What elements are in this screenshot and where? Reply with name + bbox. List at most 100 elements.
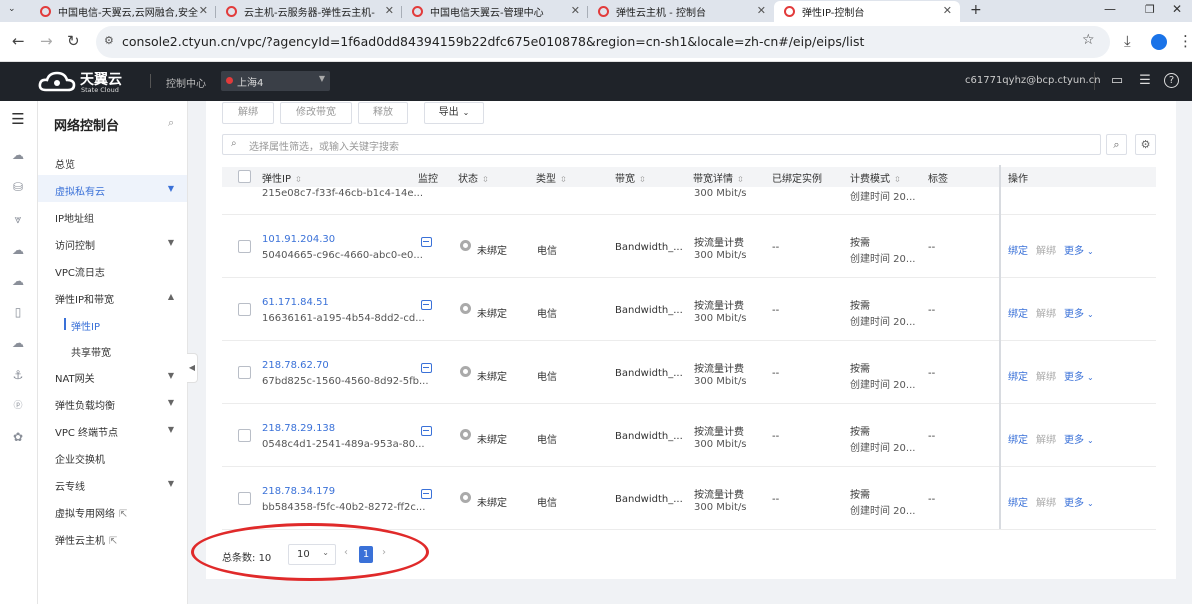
ctyun-favicon-icon: [226, 6, 237, 17]
close-window-icon[interactable]: ✕: [1172, 2, 1182, 16]
sidebar-item-overview[interactable]: 总览: [38, 148, 187, 175]
sidebar-item-vpc[interactable]: 虚拟私有云 ▼: [38, 175, 187, 202]
search-button[interactable]: ⌕: [1106, 134, 1127, 155]
sidebar-item-eip[interactable]: 弹性IP: [38, 310, 187, 336]
sidebar-item-enterprise-switch[interactable]: 企业交换机: [38, 443, 187, 470]
cloud-security-icon[interactable]: ☁: [10, 335, 26, 351]
bind-link[interactable]: 绑定: [1008, 305, 1028, 320]
eip-address-link[interactable]: 218.78.34.179: [262, 486, 335, 497]
browser-tab[interactable]: 中国电信-天翼云,云网融合,安全 ✕: [30, 1, 216, 22]
reload-icon[interactable]: ↻: [67, 32, 80, 50]
close-tab-icon[interactable]: ✕: [757, 4, 766, 17]
eip-address-link[interactable]: 218.78.62.70: [262, 360, 329, 371]
cloud-host-icon[interactable]: ☁: [10, 147, 26, 163]
select-all-checkbox[interactable]: [238, 170, 251, 183]
storage-icon[interactable]: ▯: [10, 304, 26, 320]
unbind-link[interactable]: 解绑: [1036, 305, 1056, 320]
database-icon[interactable]: ⛁: [10, 179, 26, 195]
sidebar-item-nat[interactable]: NAT网关 ▼: [38, 362, 187, 389]
sidebar-item-direct-connect[interactable]: 云专线 ▼: [38, 470, 187, 497]
profile-avatar-icon[interactable]: [1151, 34, 1167, 50]
bind-link[interactable]: 绑定: [1008, 368, 1028, 383]
row-checkbox[interactable]: [238, 366, 251, 379]
monitor-chart-icon[interactable]: [421, 426, 432, 436]
release-button[interactable]: 释放: [358, 102, 408, 124]
download-icon[interactable]: ⤓: [1124, 32, 1131, 50]
eip-address-link[interactable]: 61.171.84.51: [262, 297, 329, 308]
unbind-link[interactable]: 解绑: [1036, 242, 1056, 257]
cloud-icon[interactable]: ☁: [10, 242, 26, 258]
monitor-chart-icon[interactable]: [421, 300, 432, 310]
close-tab-icon[interactable]: ✕: [385, 4, 394, 17]
unbind-link[interactable]: 解绑: [1036, 494, 1056, 509]
settings-sliders-icon[interactable]: ☰: [1137, 73, 1153, 89]
browser-tab-active[interactable]: 弹性IP-控制台 ✕: [774, 1, 960, 22]
monitor-chart-icon[interactable]: [421, 363, 432, 373]
more-dropdown[interactable]: 更多 ⌄: [1064, 242, 1094, 257]
monitor-chart-icon[interactable]: [421, 237, 432, 247]
sidebar-collapse-button[interactable]: ◀: [187, 353, 198, 383]
unbind-link[interactable]: 解绑: [1036, 368, 1056, 383]
monitor-chart-icon[interactable]: [421, 489, 432, 499]
bind-link[interactable]: 绑定: [1008, 494, 1028, 509]
browser-tab[interactable]: 弹性云主机 - 控制台 ✕: [588, 1, 774, 22]
network-icon[interactable]: ⩔: [10, 211, 26, 227]
unbind-button[interactable]: 解绑: [222, 102, 274, 124]
cluster-icon[interactable]: ✿: [10, 429, 26, 445]
hamburger-menu-icon[interactable]: ☰: [10, 111, 26, 127]
row-checkbox[interactable]: [238, 240, 251, 253]
bind-link[interactable]: 绑定: [1008, 431, 1028, 446]
restore-icon[interactable]: ❐: [1145, 3, 1155, 16]
ip-icon[interactable]: ⓟ: [10, 398, 26, 414]
modify-bandwidth-button[interactable]: 修改带宽: [280, 102, 352, 124]
region-select[interactable]: 上海4 ▼: [221, 71, 330, 91]
back-icon[interactable]: ←: [12, 32, 25, 50]
eip-address-link[interactable]: 218.78.29.138: [262, 423, 335, 434]
sidebar-item-elb[interactable]: 弹性负载均衡 ▼: [38, 389, 187, 416]
sidebar-item-flow-log[interactable]: VPC流日志: [38, 256, 187, 283]
tab-list-chevron-icon[interactable]: ⌄: [8, 4, 16, 14]
sidebar-item-ecs[interactable]: 弹性云主机 ⇱: [38, 524, 187, 551]
search-input[interactable]: ⌕ 选择属性筛选，或输入关键字搜索: [222, 134, 1101, 155]
console-link[interactable]: 控制中心: [166, 75, 206, 90]
browser-tab[interactable]: 云主机-云服务器-弹性云主机- ✕: [216, 1, 402, 22]
browser-menu-icon[interactable]: ⋮: [1178, 32, 1192, 50]
close-tab-icon[interactable]: ✕: [943, 4, 952, 17]
more-dropdown[interactable]: 更多 ⌄: [1064, 368, 1094, 383]
row-checkbox[interactable]: [238, 492, 251, 505]
cloud-service-icon[interactable]: ☁: [10, 273, 26, 289]
table-settings-button[interactable]: ⚙: [1135, 134, 1156, 155]
help-icon[interactable]: ?: [1164, 73, 1179, 88]
unbind-link[interactable]: 解绑: [1036, 431, 1056, 446]
billing-time: 创建时间 20...: [850, 506, 916, 517]
sidebar-search-icon[interactable]: ⌕: [168, 116, 174, 130]
close-tab-icon[interactable]: ✕: [199, 4, 208, 17]
sidebar-item-ip-group[interactable]: IP地址组: [38, 202, 187, 229]
eip-address-link[interactable]: 101.91.204.30: [262, 234, 335, 245]
close-tab-icon[interactable]: ✕: [571, 4, 580, 17]
sidebar-item-vpc-endpoint[interactable]: VPC 终端节点 ▼: [38, 416, 187, 443]
more-dropdown[interactable]: 更多 ⌄: [1064, 431, 1094, 446]
site-settings-icon[interactable]: ⚙: [104, 34, 114, 47]
more-dropdown[interactable]: 更多 ⌄: [1064, 494, 1094, 509]
message-icon[interactable]: ▭: [1109, 73, 1125, 89]
sidebar-item-shared-bandwidth[interactable]: 共享带宽: [38, 336, 187, 362]
more-dropdown[interactable]: 更多 ⌄: [1064, 305, 1094, 320]
account-name[interactable]: c61771qyhz@bcp.ctyun.cn: [965, 75, 1101, 86]
bind-link[interactable]: 绑定: [1008, 242, 1028, 257]
sidebar-item-access-control[interactable]: 访问控制 ▼: [38, 229, 187, 256]
row-checkbox[interactable]: [238, 303, 251, 316]
export-button[interactable]: 导出 ⌄: [424, 102, 484, 124]
row-checkbox[interactable]: [238, 429, 251, 442]
sidebar-item-eip-bandwidth[interactable]: 弹性IP和带宽 ▲: [38, 283, 187, 310]
bookmark-star-icon[interactable]: ☆: [1082, 32, 1095, 48]
forward-icon[interactable]: →: [40, 32, 53, 50]
url-field[interactable]: ⚙ console2.ctyun.cn/vpc/?agencyId=1f6ad0…: [96, 26, 1110, 58]
minimize-icon[interactable]: —: [1104, 2, 1116, 16]
sidebar-item-vpn[interactable]: 虚拟专用网络 ⇱: [38, 497, 187, 524]
col-bw-detail: 带宽详情 ⇳: [693, 174, 744, 185]
new-tab-icon[interactable]: +: [970, 2, 982, 18]
anchor-icon[interactable]: ⚓: [10, 367, 26, 383]
ctyun-logo-icon[interactable]: [38, 70, 76, 94]
browser-tab[interactable]: 中国电信天翼云-管理中心 ✕: [402, 1, 588, 22]
